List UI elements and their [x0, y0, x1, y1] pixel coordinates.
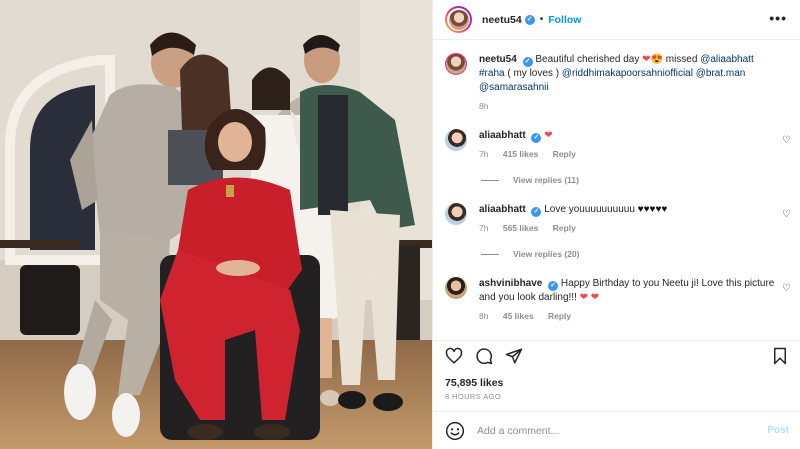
caption-text: ( my loves ): [507, 68, 560, 79]
comment-username[interactable]: ashvinibhave: [479, 278, 542, 289]
comments-scroll-area[interactable]: neetu54 ✓ Beautiful cherished day ❤😍 mis…: [433, 41, 800, 339]
comment-emoji: ♥♥♥♥♥: [637, 204, 668, 215]
comment-body: aliaabhatt ✓ ❤ 7h 415 likes Reply: [479, 129, 779, 161]
post-side-panel: neetu54 ✓ • Follow ••• neetu54 ✓ Beautif…: [432, 0, 800, 449]
mention-link[interactable]: @aliaabhatt: [700, 54, 754, 65]
add-comment-bar: Post: [433, 411, 800, 449]
verified-badge-icon: ✓: [531, 133, 542, 143]
post-photo[interactable]: [0, 0, 432, 449]
view-replies-label: View replies (11): [513, 175, 579, 185]
comment-time[interactable]: 7h: [479, 149, 488, 159]
red-heart-emoji: ❤: [642, 54, 651, 65]
caption-time[interactable]: 8h: [479, 101, 488, 111]
bookmark-icon[interactable]: [771, 347, 789, 365]
author-username[interactable]: neetu54: [482, 14, 522, 26]
heart-eyes-emoji: 😍: [650, 54, 663, 65]
post-time-ago[interactable]: 8 HOURS AGO: [445, 392, 501, 401]
caption-avatar[interactable]: [445, 53, 467, 75]
comment-like-icon[interactable]: ♡: [782, 283, 791, 294]
comment-meta: 7h 565 likes Reply: [479, 221, 779, 235]
comment-likes[interactable]: 45 likes: [503, 311, 534, 321]
comment-input[interactable]: [477, 424, 747, 437]
paper-plane-icon[interactable]: [505, 347, 523, 365]
replies-line: [481, 179, 499, 181]
caption-meta: 8h: [479, 99, 779, 113]
mention-link[interactable]: @riddhimakapoorsahniofficial: [562, 68, 693, 79]
caption-text: Beautiful cherished day: [535, 54, 640, 65]
verified-badge-icon: ✓: [524, 14, 535, 25]
comment-avatar[interactable]: [445, 203, 467, 225]
more-horizontal-icon[interactable]: •••: [769, 11, 787, 25]
view-replies-button[interactable]: View replies (20): [481, 249, 579, 259]
comment-bubble-icon[interactable]: [475, 347, 493, 365]
view-replies-button[interactable]: View replies (11): [481, 175, 579, 185]
mention-link[interactable]: @brat.man: [696, 68, 746, 79]
comment-time[interactable]: 7h: [479, 223, 488, 233]
comment-like-icon[interactable]: ♡: [782, 135, 791, 146]
comment-emoji: ❤ ❤: [579, 292, 600, 303]
separator-dot: •: [539, 14, 544, 25]
action-bar: [433, 340, 800, 370]
comment-emoji: ❤: [544, 130, 553, 141]
replies-line: [481, 253, 499, 255]
comment-text: Love youuuuuuuuuu: [544, 204, 635, 215]
author-avatar[interactable]: [445, 6, 472, 33]
comment-row: ashvinibhave ✓ Happy Birthday to you Nee…: [445, 277, 785, 323]
caption-text: missed: [665, 54, 698, 65]
post-header: neetu54 ✓ • Follow •••: [433, 0, 800, 40]
verified-badge-icon: ✓: [548, 281, 559, 291]
comment-time[interactable]: 8h: [479, 311, 488, 321]
follow-button[interactable]: Follow: [548, 14, 581, 26]
comment-body: ashvinibhave ✓ Happy Birthday to you Nee…: [479, 277, 779, 323]
view-replies-label: View replies (20): [513, 249, 580, 259]
reply-button[interactable]: Reply: [548, 311, 571, 321]
likes-count[interactable]: 75,895 likes: [445, 377, 503, 389]
verified-badge-icon: ✓: [531, 207, 542, 217]
post-comment-button[interactable]: Post: [767, 425, 789, 436]
comment-row: aliaabhatt ✓ ❤ 7h 415 likes Reply: [445, 129, 785, 161]
caption-row: neetu54 ✓ Beautiful cherished day ❤😍 mis…: [445, 53, 785, 113]
mention-link[interactable]: @samarasahnii: [479, 82, 549, 93]
post-dialog: neetu54 ✓ • Follow ••• neetu54 ✓ Beautif…: [0, 0, 800, 449]
comment-likes[interactable]: 565 likes: [503, 223, 538, 233]
comment-username[interactable]: aliaabhatt: [479, 204, 526, 215]
reply-button[interactable]: Reply: [553, 149, 576, 159]
heart-outline-icon[interactable]: [445, 347, 463, 365]
comment-avatar[interactable]: [445, 277, 467, 299]
comment-row: aliaabhatt ✓ Love youuuuuuuuuu ♥♥♥♥♥ 7h …: [445, 203, 785, 235]
caption-username[interactable]: neetu54: [479, 54, 517, 65]
caption-body: neetu54 ✓ Beautiful cherished day ❤😍 mis…: [479, 53, 779, 113]
comment-body: aliaabhatt ✓ Love youuuuuuuuuu ♥♥♥♥♥ 7h …: [479, 203, 779, 235]
comment-meta: 8h 45 likes Reply: [479, 309, 779, 323]
verified-badge-icon: ✓: [522, 57, 533, 67]
comment-meta: 7h 415 likes Reply: [479, 147, 779, 161]
smiley-icon[interactable]: [445, 421, 465, 441]
comment-like-icon[interactable]: ♡: [782, 209, 791, 220]
family-photo-illustration: [0, 0, 432, 449]
comment-username[interactable]: aliaabhatt: [479, 130, 526, 141]
hashtag-link[interactable]: #raha: [479, 68, 505, 79]
comment-avatar[interactable]: [445, 129, 467, 151]
comment-likes[interactable]: 415 likes: [503, 149, 538, 159]
reply-button[interactable]: Reply: [553, 223, 576, 233]
